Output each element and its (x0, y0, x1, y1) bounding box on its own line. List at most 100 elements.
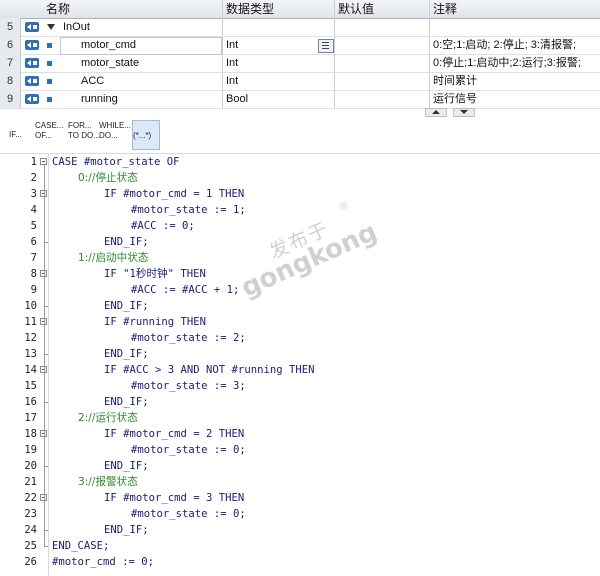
code-comment[interactable]: 1://启动中状态 (78, 250, 148, 266)
var-comment[interactable]: 时间累计 (433, 72, 600, 90)
var-name[interactable]: motor_state (81, 54, 139, 72)
code-line[interactable]: 12 #motor_state := 2; (0, 330, 600, 346)
code-statement[interactable]: #motor_state := 3; (131, 378, 246, 394)
datatype-list-button[interactable] (318, 39, 334, 53)
fold-end-tick (44, 402, 48, 403)
code-line[interactable]: 22 IF #motor_cmd = 3 THEN (0, 490, 600, 506)
code-statement[interactable]: IF #ACC > 3 AND NOT #running THEN (104, 362, 314, 378)
comment-button[interactable]: (*...*) (132, 120, 160, 150)
scroll-down-icon[interactable] (453, 108, 475, 117)
var-datatype[interactable]: Bool (226, 90, 248, 108)
line-number: 21 (24, 476, 37, 488)
code-line[interactable]: 9 #ACC := #ACC + 1; (0, 282, 600, 298)
code-statement[interactable]: #motor_state := 2; (131, 330, 246, 346)
for-button[interactable]: FOR... TO DO... (68, 121, 100, 149)
var-comment[interactable]: 0:空;1:启动; 2:停止; 3:清报警; (433, 36, 600, 54)
inout-icon (25, 94, 39, 104)
collapse-triangle-icon[interactable] (47, 24, 55, 30)
scl-code-editor[interactable]: 1 CASE #motor_state OF 2 0://停止状态 3 IF #motor… (0, 154, 600, 576)
code-statement[interactable]: IF #motor_cmd = 3 THEN (104, 490, 244, 506)
code-line[interactable]: 4 #motor_state := 1; (0, 202, 600, 218)
code-statement[interactable]: END_IF; (104, 234, 149, 250)
variable-bullet-icon (47, 97, 52, 102)
code-comment[interactable]: 3://报警状态 (78, 474, 138, 490)
var-datatype[interactable]: Int (226, 54, 238, 72)
fold-toggle-icon[interactable] (40, 158, 47, 165)
if-button[interactable]: IF... (9, 130, 22, 146)
table-row[interactable]: 6 motor_cmd Int 0:空;1:启动; 2:停止; 3:清报警; (0, 36, 600, 55)
while-button[interactable]: WHILE... DO... (99, 121, 131, 149)
table-row[interactable]: 9 running Bool 运行信号 (0, 90, 600, 109)
code-statement[interactable]: END_IF; (104, 458, 149, 474)
code-statement[interactable]: IF #motor_cmd = 1 THEN (104, 186, 244, 202)
line-number: 14 (24, 364, 37, 376)
code-line[interactable]: 8 IF "1秒时钟" THEN (0, 266, 600, 282)
code-statement[interactable]: END_IF; (104, 346, 149, 362)
code-line[interactable]: 25 END_CASE; (0, 538, 600, 554)
code-statement[interactable]: IF #running THEN (104, 314, 206, 330)
var-datatype[interactable]: Int (226, 36, 238, 54)
code-line[interactable]: 16 END_IF; (0, 394, 600, 410)
header-comment[interactable]: 注释 (433, 0, 457, 18)
code-statement[interactable]: #motor_state := 0; (131, 442, 246, 458)
table-row[interactable]: 8 ACC Int 时间累计 (0, 72, 600, 91)
code-statement[interactable]: CASE #motor_state OF (52, 154, 180, 170)
header-datatype[interactable]: 数据类型 (226, 0, 274, 18)
code-line[interactable]: 11 IF #running THEN (0, 314, 600, 330)
table-row[interactable]: 7 motor_state Int 0:停止;1:启动中;2:运行;3:报警; (0, 54, 600, 73)
code-comment[interactable]: 2://运行状态 (78, 410, 138, 426)
code-statement[interactable]: END_IF; (104, 522, 149, 538)
var-name[interactable]: running (81, 90, 118, 108)
code-line[interactable]: 2 0://停止状态 (0, 170, 600, 186)
header-name[interactable]: 名称 (46, 0, 70, 18)
interface-table: 名称 数据类型 默认值 注释 5 InOut 6 motor_cmd Int 0… (0, 0, 600, 109)
var-name[interactable]: ACC (81, 72, 104, 90)
fold-end-tick (44, 466, 48, 467)
var-datatype[interactable]: Int (226, 72, 238, 90)
variable-bullet-icon (47, 79, 52, 84)
code-line[interactable]: 10 END_IF; (0, 298, 600, 314)
code-statement[interactable]: END_IF; (104, 298, 149, 314)
code-statement[interactable]: #motor_state := 1; (131, 202, 246, 218)
line-number: 10 (24, 300, 37, 312)
code-line[interactable]: 3 IF #motor_cmd = 1 THEN (0, 186, 600, 202)
var-comment[interactable]: 0:停止;1:启动中;2:运行;3:报警; (433, 54, 600, 72)
code-statement[interactable]: #motor_cmd := 0; (52, 554, 154, 570)
case-button[interactable]: CASE... OF... (35, 121, 63, 149)
code-statement[interactable]: #ACC := 0; (131, 218, 195, 234)
code-line[interactable]: 24 END_IF; (0, 522, 600, 538)
header-default[interactable]: 默认值 (338, 0, 374, 18)
code-line[interactable]: 17 2://运行状态 (0, 410, 600, 426)
code-line[interactable]: 26 #motor_cmd := 0; (0, 554, 600, 570)
row-number: 8 (0, 72, 21, 90)
code-comment[interactable]: 0://停止状态 (78, 170, 138, 186)
variable-bullet-icon (47, 61, 52, 66)
scroll-up-icon[interactable] (425, 108, 447, 117)
line-number: 19 (24, 444, 37, 456)
inout-icon (25, 22, 39, 32)
code-line[interactable]: 13 END_IF; (0, 346, 600, 362)
code-line[interactable]: 14 IF #ACC > 3 AND NOT #running THEN (0, 362, 600, 378)
code-line[interactable]: 21 3://报警状态 (0, 474, 600, 490)
code-line[interactable]: 19 #motor_state := 0; (0, 442, 600, 458)
code-statement[interactable]: #ACC := #ACC + 1; (131, 282, 239, 298)
var-name[interactable]: InOut (63, 18, 90, 36)
line-number: 6 (30, 236, 37, 248)
code-statement[interactable]: END_CASE; (52, 538, 109, 554)
code-line[interactable]: 7 1://启动中状态 (0, 250, 600, 266)
code-statement[interactable]: #motor_state := 0; (131, 506, 246, 522)
table-row[interactable]: 5 InOut (0, 18, 600, 37)
instruction-toolbar: IF... CASE... OF... FOR... TO DO... WHILE.… (0, 117, 600, 154)
code-line[interactable]: 18 IF #motor_cmd = 2 THEN (0, 426, 600, 442)
code-line[interactable]: 20 END_IF; (0, 458, 600, 474)
code-line[interactable]: 23 #motor_state := 0; (0, 506, 600, 522)
code-line[interactable]: 5 #ACC := 0; (0, 218, 600, 234)
code-statement[interactable]: IF "1秒时钟" THEN (104, 266, 206, 282)
code-line[interactable]: 6 END_IF; (0, 234, 600, 250)
code-statement[interactable]: IF #motor_cmd = 2 THEN (104, 426, 244, 442)
code-line[interactable]: 15 #motor_state := 3; (0, 378, 600, 394)
var-name[interactable]: motor_cmd (81, 36, 136, 54)
var-comment[interactable]: 运行信号 (433, 90, 600, 108)
code-line[interactable]: 1 CASE #motor_state OF (0, 154, 600, 170)
code-statement[interactable]: END_IF; (104, 394, 149, 410)
